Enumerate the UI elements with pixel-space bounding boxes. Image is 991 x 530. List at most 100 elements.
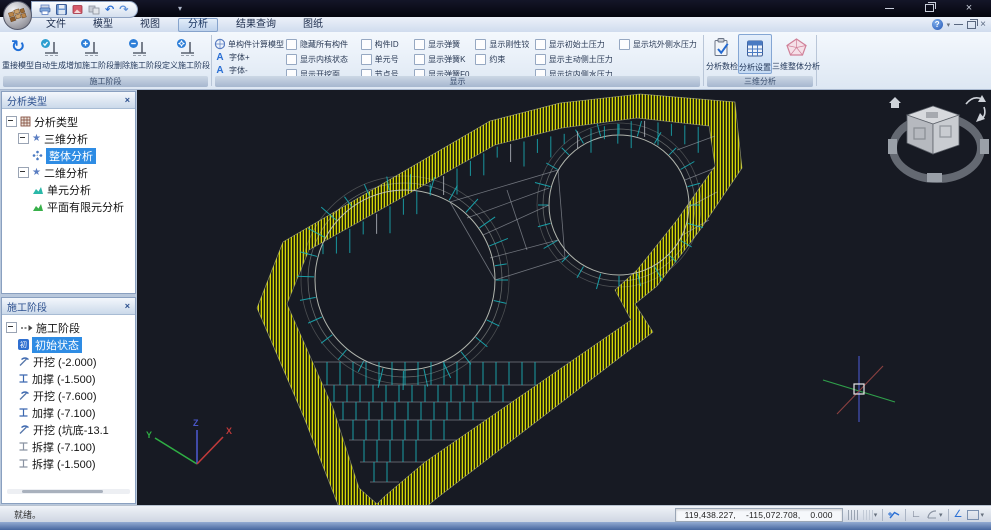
- collapse-icon[interactable]: [18, 133, 29, 144]
- minimize-button[interactable]: [869, 0, 909, 16]
- checkbox-show-initial-earth-pressure[interactable]: 显示初始土压力: [534, 39, 617, 50]
- collapse-icon[interactable]: [18, 167, 29, 178]
- tree-item-2d-analysis[interactable]: ★ 二维分析: [6, 164, 135, 181]
- window-controls: ×: [869, 0, 989, 16]
- component-model-button[interactable]: 单构件计算模型: [214, 38, 284, 50]
- mdi-minimize-button[interactable]: [954, 24, 964, 25]
- checkbox-constraint[interactable]: 约束: [475, 54, 532, 65]
- ortho-icon[interactable]: ∟: [911, 509, 921, 520]
- horizontal-scrollbar[interactable]: [7, 489, 130, 494]
- grid-settings-icon[interactable]: ▾: [862, 509, 877, 520]
- tab-file[interactable]: 文件: [37, 18, 75, 31]
- restore-button[interactable]: [909, 0, 949, 16]
- capture-icon[interactable]: [88, 4, 100, 15]
- plot-icon[interactable]: [39, 4, 51, 15]
- help-dropdown-icon[interactable]: ▾: [947, 21, 951, 29]
- app-logo-button[interactable]: [3, 1, 32, 30]
- save-icon[interactable]: [56, 4, 67, 15]
- stage-item-strut-1[interactable]: 加撑 (-1.500): [6, 370, 135, 387]
- checkbox-box: [534, 39, 546, 50]
- group-label-3d-analysis: 三维分析: [707, 76, 813, 87]
- help-icon[interactable]: ?: [931, 19, 943, 30]
- collapse-icon[interactable]: [6, 322, 17, 333]
- auto-generate-button[interactable]: 自动生成: [34, 35, 66, 71]
- collapse-icon[interactable]: [6, 116, 17, 127]
- overall-3d-analysis-button[interactable]: 三维整体分析: [772, 34, 820, 72]
- axis-y-label: Y: [146, 430, 152, 440]
- checkbox-show-rigid-hinge[interactable]: 显示刚性铰: [475, 39, 532, 50]
- font-increase-button[interactable]: A 字体+: [214, 52, 284, 63]
- viewport-3d[interactable]: Y Z X: [137, 90, 991, 505]
- font-decrease-button[interactable]: A 字体-: [214, 65, 284, 76]
- polar-tracking-icon[interactable]: [888, 509, 900, 520]
- tab-view[interactable]: 视图: [131, 18, 169, 31]
- analysis-panel-title: 分析类型: [7, 96, 47, 108]
- ribbon-group-display: 单构件计算模型 A 字体+ A 字体- 隐藏所有构件 显示内核状态 显示开挖面 …: [212, 32, 703, 89]
- angle-snap-icon[interactable]: ∠: [954, 509, 963, 520]
- stage-item-excavate-3[interactable]: 开挖 (坑底-13.1: [6, 421, 135, 438]
- grid-display-icon[interactable]: [847, 509, 858, 520]
- checkbox-box: [414, 39, 426, 50]
- close-button[interactable]: ×: [949, 0, 989, 16]
- data-check-button[interactable]: 分析数检: [706, 34, 738, 72]
- title-bar: ↶ ↷ ▾ ×: [0, 0, 991, 30]
- markup-icon[interactable]: [72, 4, 83, 15]
- tab-analysis[interactable]: 分析: [178, 17, 218, 32]
- crosshair-cursor: [822, 356, 896, 422]
- selection-box-icon[interactable]: ▾: [967, 509, 984, 520]
- qat-customize-arrow-icon[interactable]: ▾: [178, 4, 182, 13]
- checkbox-show-outer-water-pressure[interactable]: 显示坑外侧水压力: [618, 39, 701, 50]
- auto-generate-icon: [41, 38, 58, 56]
- view-cube[interactable]: [888, 95, 989, 183]
- app-logo-icon: [8, 7, 27, 23]
- object-snap-icon[interactable]: ▾: [926, 509, 943, 520]
- stage-panel-close-icon[interactable]: ×: [125, 301, 130, 311]
- checkbox-show-active-earth-pressure[interactable]: 显示主动侧土压力: [534, 54, 617, 65]
- analysis-settings-button[interactable]: 分析设置: [738, 34, 772, 74]
- checkbox-show-spring-k[interactable]: 显示弹簧K: [414, 54, 473, 65]
- delete-stage-button[interactable]: 删除施工阶段: [114, 35, 162, 71]
- analysis-panel-close-icon[interactable]: ×: [125, 95, 130, 105]
- checkbox-box: [360, 39, 372, 50]
- stage-item-initial-state[interactable]: 初 初始状态: [6, 336, 135, 353]
- home-icon[interactable]: [889, 97, 901, 108]
- tree-item-analysis-type-root[interactable]: 分析类型: [6, 113, 135, 130]
- stage-item-strut-2[interactable]: 加撑 (-7.100): [6, 404, 135, 421]
- scrollbar-thumb[interactable]: [21, 490, 103, 493]
- coordinate-readout: 119,438.227, -115,072.708, 0.000: [674, 507, 843, 522]
- redo-icon[interactable]: ↷: [119, 4, 128, 15]
- tree-item-stage-root[interactable]: 施工阶段: [6, 319, 135, 336]
- tab-drawings[interactable]: 图纸: [294, 18, 332, 31]
- coord-z: 0.000: [810, 509, 833, 520]
- checkbox-box: [534, 54, 546, 65]
- stage-item-remove-strut-2[interactable]: 拆撑 (-1.500): [6, 455, 135, 472]
- tab-results[interactable]: 结果查询: [227, 18, 285, 31]
- checkbox-element-number[interactable]: 单元号: [360, 54, 413, 65]
- stage-item-remove-strut-1[interactable]: 拆撑 (-7.100): [6, 438, 135, 455]
- rebuild-model-button[interactable]: ↻ 重接模型: [2, 35, 34, 71]
- stage-item-excavate-2[interactable]: 开挖 (-7.600): [6, 387, 135, 404]
- tab-model[interactable]: 模型: [84, 18, 122, 31]
- tree-item-overall-analysis[interactable]: 整体分析: [6, 147, 135, 164]
- checkbox-box: [360, 54, 372, 65]
- tree-item-3d-analysis[interactable]: ★ 三维分析: [6, 130, 135, 147]
- tree-item-plane-fem-analysis[interactable]: 平面有限元分析: [6, 198, 135, 215]
- define-stage-button[interactable]: 定义施工阶段: [162, 35, 210, 71]
- ribbon: ↻ 重接模型 自动生成 增加施工阶段 删除施工阶段 定义施工阶段 施工阶段 单构…: [0, 32, 991, 90]
- tree-item-element-analysis[interactable]: 单元分析: [6, 181, 135, 198]
- stage-flow-icon: [21, 324, 33, 331]
- add-stage-button[interactable]: 增加施工阶段: [66, 35, 114, 71]
- checkbox-show-spring[interactable]: 显示弹簧: [414, 39, 473, 50]
- font-increase-icon: A: [216, 52, 224, 63]
- mdi-restore-button[interactable]: [967, 18, 979, 29]
- data-check-icon: [714, 37, 729, 56]
- stage-item-excavate-1[interactable]: 开挖 (-2.000): [6, 353, 135, 370]
- star-icon: ★: [32, 132, 41, 144]
- excavate-icon: [19, 357, 29, 366]
- checkbox-member-id[interactable]: 构件ID: [360, 39, 413, 50]
- mdi-close-button[interactable]: ×: [980, 19, 986, 30]
- checkbox-hide-all-members[interactable]: 隐藏所有构件: [286, 39, 359, 50]
- checkbox-show-core-state[interactable]: 显示内核状态: [286, 54, 359, 65]
- undo-icon[interactable]: ↶: [105, 4, 114, 15]
- rotate-arrows-icon[interactable]: [965, 95, 986, 122]
